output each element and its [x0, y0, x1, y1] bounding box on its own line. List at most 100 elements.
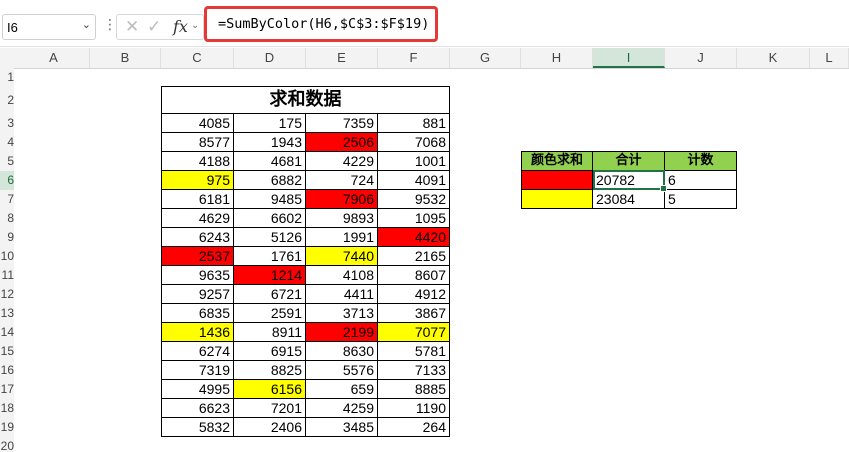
- column-header-i[interactable]: I: [593, 48, 665, 68]
- column-header-f[interactable]: F: [378, 48, 450, 68]
- fill-handle[interactable]: [660, 185, 667, 192]
- data-cell[interactable]: 6915: [234, 342, 306, 361]
- data-cell[interactable]: 7319: [161, 361, 234, 380]
- data-cell[interactable]: 5576: [306, 361, 378, 380]
- row-header-2[interactable]: 2: [0, 87, 14, 114]
- row-header-12[interactable]: 12: [0, 285, 14, 304]
- column-header-a[interactable]: A: [18, 48, 90, 68]
- row-header-10[interactable]: 10: [0, 247, 14, 266]
- row-header-20[interactable]: 20: [0, 437, 14, 452]
- data-table-title[interactable]: 求和数据: [161, 86, 450, 114]
- data-cell[interactable]: 975: [161, 171, 234, 190]
- data-cell[interactable]: 724: [306, 171, 378, 190]
- data-cell[interactable]: 4411: [306, 285, 378, 304]
- data-cell[interactable]: 5126: [234, 228, 306, 247]
- row-header-16[interactable]: 16: [0, 361, 14, 380]
- data-cell[interactable]: 264: [378, 418, 450, 437]
- row-header-5[interactable]: 5: [0, 152, 14, 171]
- data-cell[interactable]: 1214: [234, 266, 306, 285]
- data-cell[interactable]: 1943: [234, 133, 306, 152]
- data-cell[interactable]: 6835: [161, 304, 234, 323]
- row-header-14[interactable]: 14: [0, 323, 14, 342]
- data-cell[interactable]: 881: [378, 114, 450, 133]
- data-cell[interactable]: 2165: [378, 247, 450, 266]
- data-cell[interactable]: 8885: [378, 380, 450, 399]
- data-cell[interactable]: 8911: [234, 323, 306, 342]
- summary-color-swatch[interactable]: [521, 171, 593, 190]
- data-cell[interactable]: 9485: [234, 190, 306, 209]
- data-cell[interactable]: 1761: [234, 247, 306, 266]
- data-cell[interactable]: 3713: [306, 304, 378, 323]
- row-header-9[interactable]: 9: [0, 228, 14, 247]
- data-cell[interactable]: 8825: [234, 361, 306, 380]
- data-cell[interactable]: 8577: [161, 133, 234, 152]
- data-cell[interactable]: 2199: [306, 323, 378, 342]
- data-cell[interactable]: 1095: [378, 209, 450, 228]
- close-icon[interactable]: ✕: [125, 17, 139, 37]
- summary-header-cell[interactable]: 颜色求和: [521, 151, 593, 171]
- data-cell[interactable]: 2506: [306, 133, 378, 152]
- row-header-4[interactable]: 4: [0, 133, 14, 152]
- data-cell[interactable]: 8607: [378, 266, 450, 285]
- data-cell[interactable]: 7133: [378, 361, 450, 380]
- summary-sum-cell[interactable]: 23084: [593, 190, 665, 209]
- row-header-19[interactable]: 19: [0, 418, 14, 437]
- data-cell[interactable]: 6721: [234, 285, 306, 304]
- data-cell[interactable]: 7068: [378, 133, 450, 152]
- data-cell[interactable]: 7077: [378, 323, 450, 342]
- chevron-down-icon[interactable]: ⌄: [191, 20, 199, 31]
- data-cell[interactable]: 6181: [161, 190, 234, 209]
- summary-color-swatch[interactable]: [521, 190, 593, 209]
- row-header-6[interactable]: 6: [0, 171, 14, 190]
- column-header-c[interactable]: C: [161, 48, 234, 68]
- data-cell[interactable]: 175: [234, 114, 306, 133]
- data-cell[interactable]: 3485: [306, 418, 378, 437]
- column-header-e[interactable]: E: [306, 48, 378, 68]
- data-cell[interactable]: 4681: [234, 152, 306, 171]
- data-cell[interactable]: 2591: [234, 304, 306, 323]
- data-cell[interactable]: 1436: [161, 323, 234, 342]
- data-cell[interactable]: 7201: [234, 399, 306, 418]
- data-cell[interactable]: 1190: [378, 399, 450, 418]
- summary-count-cell[interactable]: 6: [665, 171, 737, 190]
- data-cell[interactable]: 6882: [234, 171, 306, 190]
- data-cell[interactable]: 2406: [234, 418, 306, 437]
- data-cell[interactable]: 7906: [306, 190, 378, 209]
- data-cell[interactable]: 8630: [306, 342, 378, 361]
- data-cell[interactable]: 9532: [378, 190, 450, 209]
- data-cell[interactable]: 4188: [161, 152, 234, 171]
- data-cell[interactable]: 6156: [234, 380, 306, 399]
- data-cell[interactable]: 5781: [378, 342, 450, 361]
- more-options-icon[interactable]: ⋮: [103, 16, 117, 33]
- data-cell[interactable]: 7359: [306, 114, 378, 133]
- row-header-17[interactable]: 17: [0, 380, 14, 399]
- row-header-11[interactable]: 11: [0, 266, 14, 285]
- column-header-d[interactable]: D: [234, 48, 306, 68]
- column-header-k[interactable]: K: [737, 48, 810, 68]
- data-cell[interactable]: 6274: [161, 342, 234, 361]
- data-cell[interactable]: 4229: [306, 152, 378, 171]
- data-cell[interactable]: 2537: [161, 247, 234, 266]
- row-header-3[interactable]: 3: [0, 114, 14, 133]
- column-header-h[interactable]: H: [521, 48, 593, 68]
- data-cell[interactable]: 9257: [161, 285, 234, 304]
- data-cell[interactable]: 4091: [378, 171, 450, 190]
- data-cell[interactable]: 4108: [306, 266, 378, 285]
- data-cell[interactable]: 3867: [378, 304, 450, 323]
- summary-header-cell[interactable]: 计数: [665, 151, 737, 171]
- row-header-15[interactable]: 15: [0, 342, 14, 361]
- data-cell[interactable]: 5832: [161, 418, 234, 437]
- row-header-7[interactable]: 7: [0, 190, 14, 209]
- column-header-l[interactable]: L: [810, 48, 849, 68]
- data-cell[interactable]: 1001: [378, 152, 450, 171]
- formula-input[interactable]: =SumByColor(H6,$C$3:$F$19): [204, 6, 438, 42]
- column-header-g[interactable]: G: [450, 48, 521, 68]
- row-header-1[interactable]: 1: [0, 68, 14, 87]
- chevron-down-icon[interactable]: ⌄: [82, 18, 91, 31]
- check-icon[interactable]: ✓: [147, 17, 161, 37]
- data-cell[interactable]: 4085: [161, 114, 234, 133]
- data-cell[interactable]: 4629: [161, 209, 234, 228]
- insert-function-button[interactable]: fx: [173, 17, 188, 36]
- data-cell[interactable]: 4259: [306, 399, 378, 418]
- data-cell[interactable]: 6623: [161, 399, 234, 418]
